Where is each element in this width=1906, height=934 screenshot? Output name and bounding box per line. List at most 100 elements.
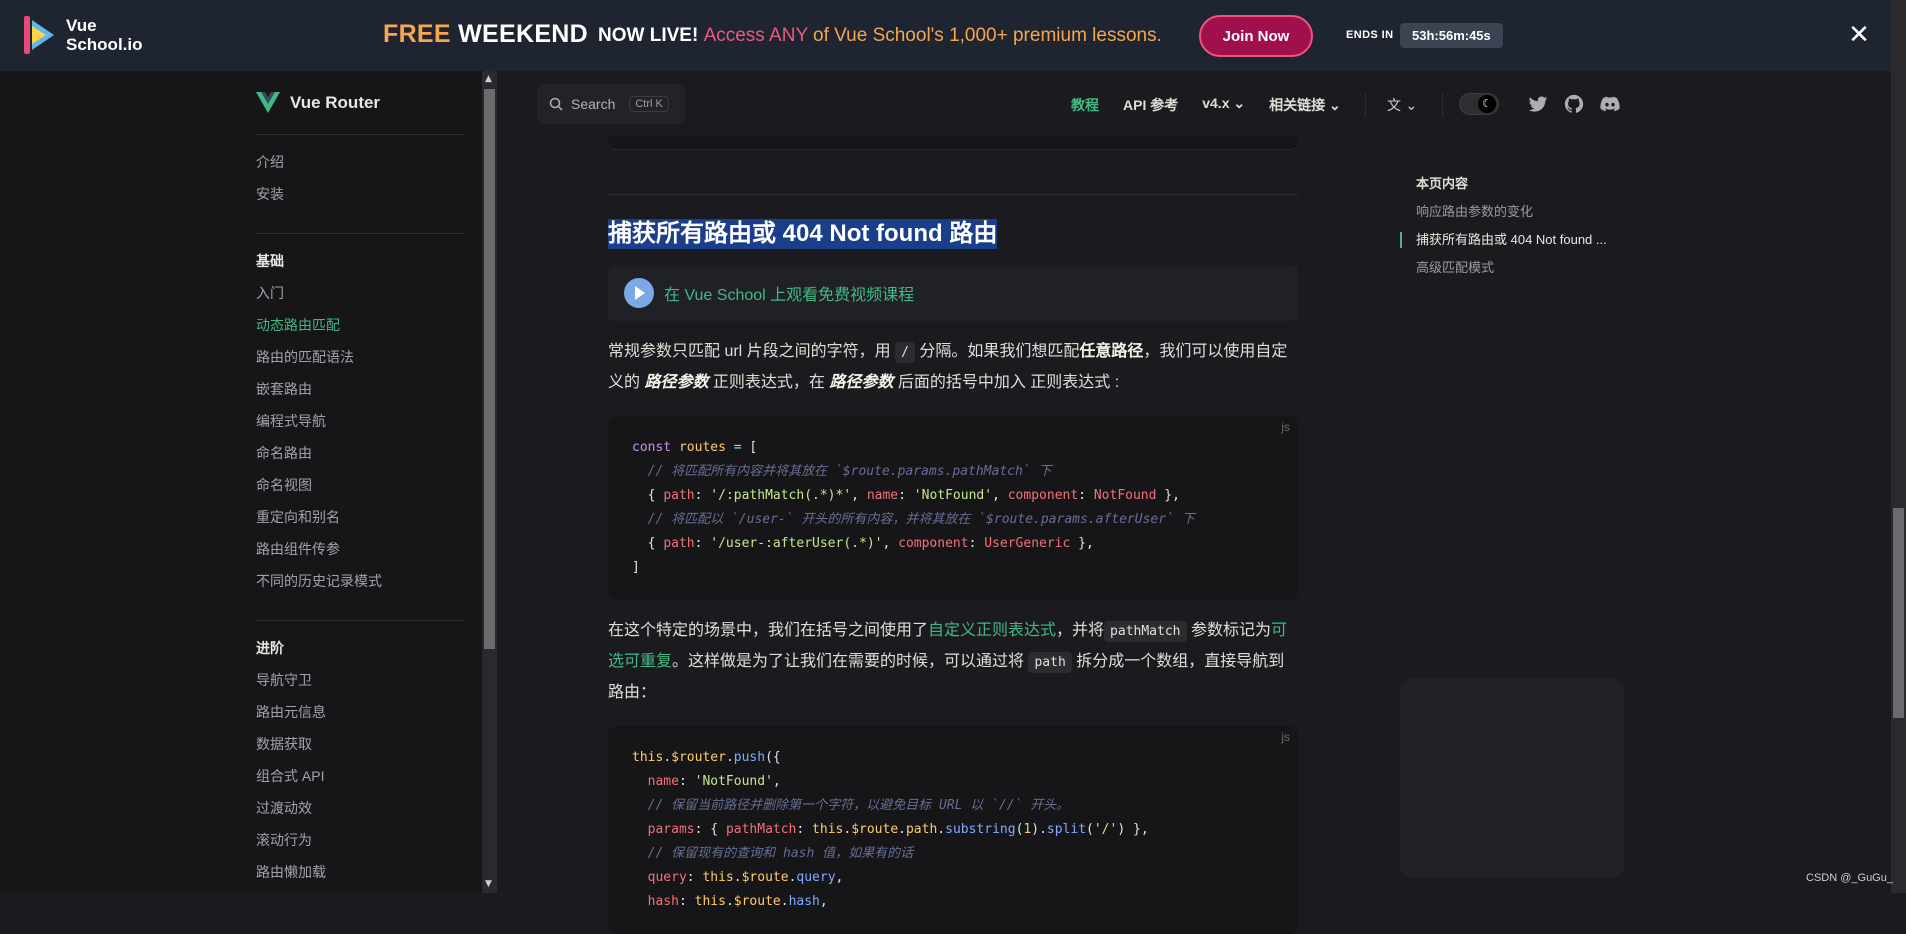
sidebar-item[interactable]: 嵌套路由 bbox=[256, 373, 464, 405]
sidebar-item[interactable]: 过渡动效 bbox=[256, 792, 464, 824]
toc-title: 本页内容 bbox=[1416, 176, 1469, 191]
logo-text-vue: Vue bbox=[66, 16, 97, 35]
top-navbar: Search Ctrl K 教程 API 参考 v4.x ⌄ 相关链接 ⌄ 文 … bbox=[497, 71, 1897, 137]
free-weekend-title: FREE WEEKEND bbox=[383, 20, 588, 49]
moon-icon: ☾ bbox=[1478, 95, 1496, 113]
sidebar-advanced-group: 进阶 导航守卫 路由元信息 数据获取 组合式 API 过渡动效 滚动行为 路由懒… bbox=[256, 632, 464, 888]
code-language-tag: js bbox=[1281, 730, 1290, 744]
sidebar-divider bbox=[256, 620, 464, 621]
free-text: FREE bbox=[383, 20, 451, 48]
sidebar-item[interactable]: 路由的匹配语法 bbox=[256, 341, 464, 373]
toc-item-active[interactable]: 捕获所有路由或 404 Not found ... bbox=[1400, 226, 1630, 254]
inline-code: path bbox=[1028, 652, 1072, 673]
logo-text-school: School.io bbox=[66, 35, 143, 54]
search-shortcut: Ctrl K bbox=[629, 96, 669, 112]
sidebar-item-install[interactable]: 安装 bbox=[256, 178, 464, 210]
toc-item[interactable]: 响应路由参数的变化 bbox=[1400, 198, 1630, 226]
language-dropdown[interactable]: 文 ⌄ bbox=[1387, 95, 1417, 115]
access-text: Access bbox=[703, 25, 770, 46]
code-content: const routes = [ // 将匹配所有内容并将其放在 `$route… bbox=[632, 440, 1195, 575]
promo-message: NOW LIVE! Access ANY of Vue School's 1,0… bbox=[598, 25, 1162, 47]
sidebar-item[interactable]: 组合式 API bbox=[256, 760, 464, 792]
close-icon[interactable]: ✕ bbox=[1846, 22, 1872, 48]
vueschool-logo[interactable]: Vue School.io bbox=[24, 14, 143, 56]
video-link-text: 在 Vue School 上观看免费视频课程 bbox=[664, 287, 915, 304]
dark-mode-toggle[interactable]: ☾ bbox=[1459, 93, 1499, 115]
vue-router-brand[interactable]: Vue Router bbox=[256, 92, 380, 114]
access-any: ANY bbox=[769, 25, 808, 46]
sidebar-scrollbar-thumb[interactable] bbox=[484, 89, 495, 649]
access-rest: of Vue School's 1,000+ premium lessons. bbox=[807, 25, 1162, 46]
sidebar-item[interactable]: 路由组件传参 bbox=[256, 533, 464, 565]
join-now-button[interactable]: Join Now bbox=[1199, 15, 1313, 57]
sidebar-item[interactable]: 导航守卫 bbox=[256, 664, 464, 696]
github-icon[interactable] bbox=[1563, 93, 1585, 115]
search-label: Search bbox=[571, 96, 616, 112]
nav-related-links-dropdown[interactable]: 相关链接 ⌄ bbox=[1269, 95, 1341, 115]
promo-banner: Vue School.io FREE WEEKEND NOW LIVE! Acc… bbox=[0, 0, 1906, 71]
nav-divider bbox=[1365, 93, 1366, 117]
scroll-down-icon[interactable]: ▼ bbox=[485, 879, 492, 889]
sidebar: Vue Router 介绍 安装 基础 入门 动态路由匹配 路由的匹配语法 嵌套… bbox=[0, 71, 482, 893]
sidebar-item[interactable]: 路由懒加载 bbox=[256, 856, 464, 888]
nav-link-api[interactable]: API 参考 bbox=[1123, 95, 1178, 115]
sidebar-item[interactable]: 入门 bbox=[256, 277, 464, 309]
sidebar-item[interactable]: 重定向和别名 bbox=[256, 501, 464, 533]
emphasis-text: 路径参数 bbox=[829, 374, 894, 391]
vue-logo-icon bbox=[256, 92, 280, 113]
text: 分隔。如果我们想匹配 bbox=[914, 343, 1080, 360]
nav-version-dropdown[interactable]: v4.x ⌄ bbox=[1202, 95, 1245, 115]
twitter-icon[interactable] bbox=[1527, 93, 1549, 115]
section-heading[interactable]: 捕获所有路由或 404 Not found 路由 bbox=[608, 219, 998, 249]
code-block-routes[interactable]: js const routes = [ // 将匹配所有内容并将其放在 `$ro… bbox=[608, 416, 1298, 600]
scroll-up-icon[interactable]: ▲ bbox=[485, 74, 492, 84]
sidebar-intro-group: 介绍 安装 bbox=[256, 146, 464, 210]
sidebar-item[interactable]: 滚动行为 bbox=[256, 824, 464, 856]
ends-in-label: ENDS IN bbox=[1346, 29, 1394, 41]
toc-item[interactable]: 高级匹配模式 bbox=[1400, 254, 1630, 282]
vueschool-logo-icon bbox=[24, 14, 56, 56]
text: 后面的括号中加入 正则表达式 : bbox=[893, 374, 1120, 391]
sidebar-item[interactable]: 数据获取 bbox=[256, 728, 464, 760]
inline-code: pathMatch bbox=[1104, 621, 1187, 642]
sidebar-divider bbox=[256, 233, 464, 234]
nav-links: 教程 API 参考 v4.x ⌄ 相关链接 ⌄ bbox=[1071, 95, 1341, 115]
sidebar-item[interactable]: 路由元信息 bbox=[256, 696, 464, 728]
sidebar-scrollbar[interactable]: ▲ ▼ bbox=[482, 71, 497, 893]
search-button[interactable]: Search Ctrl K bbox=[537, 84, 685, 124]
sidebar-section-advanced[interactable]: 进阶 bbox=[256, 632, 464, 664]
text: 。这样做是为了让我们在需要的时候，可以通过将 bbox=[672, 653, 1029, 670]
sidebar-section-basics[interactable]: 基础 bbox=[256, 245, 464, 277]
main-content: 捕获所有路由或 404 Not found 路由 在 Vue School 上观… bbox=[608, 137, 1298, 934]
previous-code-block-tail bbox=[608, 137, 1298, 150]
weekend-text: WEEKEND bbox=[458, 20, 589, 48]
page-scrollbar-thumb[interactable] bbox=[1893, 508, 1904, 718]
text: 常规参数只匹配 url 片段之间的字符，用 bbox=[608, 343, 896, 360]
brand-title: Vue Router bbox=[290, 93, 381, 112]
text: ，并将 bbox=[1056, 622, 1105, 639]
section-divider bbox=[608, 194, 1298, 195]
table-of-contents: 本页内容 响应路由参数的变化 捕获所有路由或 404 Not found ...… bbox=[1400, 170, 1630, 282]
nav-divider bbox=[1442, 93, 1443, 117]
code-block-router-push[interactable]: js this.$router.push({ name: 'NotFound',… bbox=[608, 726, 1298, 934]
sidebar-divider bbox=[256, 134, 464, 135]
sponsor-ad-placeholder bbox=[1400, 678, 1624, 878]
vueschool-video-link[interactable]: 在 Vue School 上观看免费视频课程 bbox=[608, 265, 1298, 321]
page-scrollbar[interactable] bbox=[1891, 0, 1906, 893]
sidebar-item[interactable]: 命名路由 bbox=[256, 437, 464, 469]
now-live-text: NOW LIVE! bbox=[598, 25, 699, 46]
sidebar-item-active[interactable]: 动态路由匹配 bbox=[256, 309, 464, 341]
sidebar-item-intro[interactable]: 介绍 bbox=[256, 146, 464, 178]
watermark-text: CSDN @_GuGu_ bbox=[1806, 872, 1893, 884]
sidebar-item[interactable]: 不同的历史记录模式 bbox=[256, 565, 464, 597]
discord-icon[interactable] bbox=[1599, 93, 1621, 115]
code-content: this.$router.push({ name: 'NotFound', //… bbox=[632, 750, 1149, 909]
search-icon bbox=[549, 97, 563, 111]
play-icon bbox=[624, 278, 654, 308]
sidebar-item[interactable]: 命名视图 bbox=[256, 469, 464, 501]
custom-regex-link[interactable]: 自定义正则表达式 bbox=[928, 622, 1056, 639]
sidebar-basics-group: 基础 入门 动态路由匹配 路由的匹配语法 嵌套路由 编程式导航 命名路由 命名视… bbox=[256, 245, 464, 597]
nav-link-guide[interactable]: 教程 bbox=[1071, 95, 1099, 115]
sidebar-item[interactable]: 编程式导航 bbox=[256, 405, 464, 437]
code-language-tag: js bbox=[1281, 420, 1290, 434]
